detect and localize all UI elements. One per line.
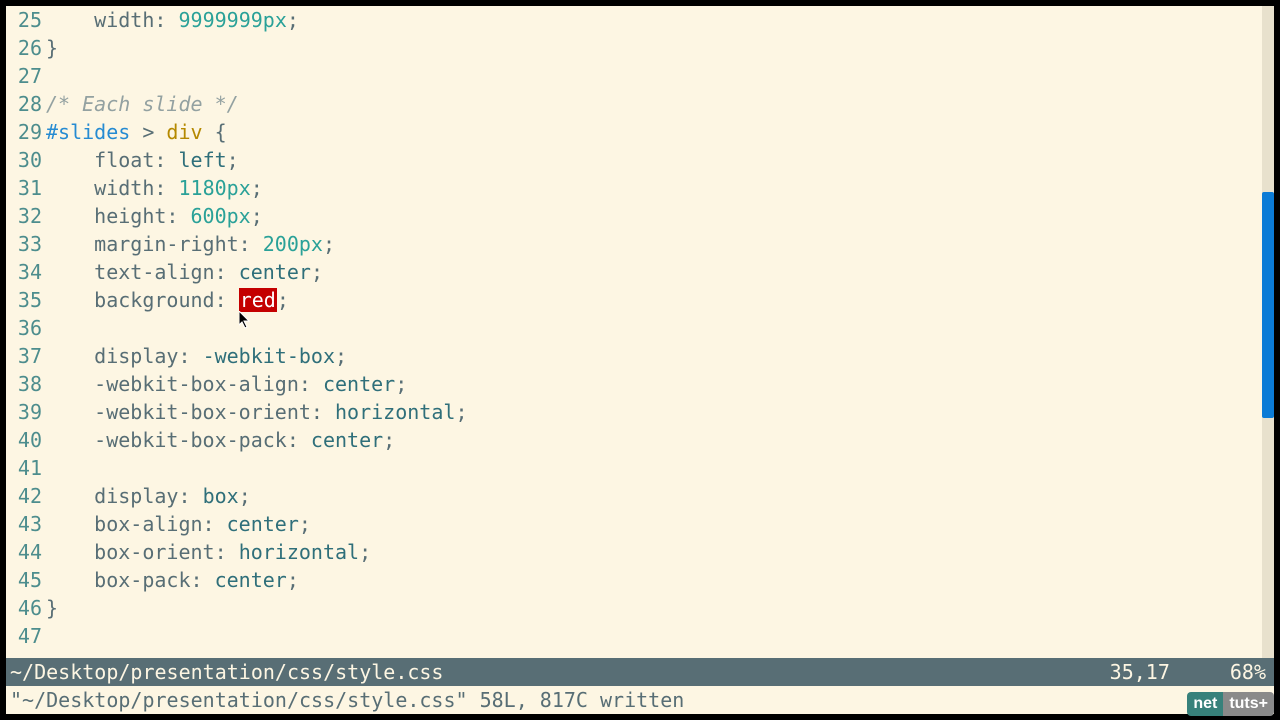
- line-number: 27: [6, 62, 46, 90]
- line-text[interactable]: [46, 314, 1274, 342]
- code-line[interactable]: 41: [6, 454, 1274, 482]
- line-text[interactable]: /* Each slide */: [46, 90, 1274, 118]
- line-number: 41: [6, 454, 46, 482]
- line-text[interactable]: #slides > div {: [46, 118, 1274, 146]
- line-number: 38: [6, 370, 46, 398]
- code-line[interactable]: 27: [6, 62, 1274, 90]
- line-number: 26: [6, 34, 46, 62]
- line-text[interactable]: }: [46, 594, 1274, 622]
- watermark-net: net: [1187, 692, 1223, 716]
- line-number: 47: [6, 622, 46, 650]
- status-bar: ~/Desktop/presentation/css/style.css 35,…: [6, 658, 1274, 686]
- status-position: 35,17: [1110, 658, 1170, 686]
- line-text[interactable]: width: 1180px;: [46, 174, 1274, 202]
- line-number: 37: [6, 342, 46, 370]
- scroll-thumb[interactable]: [1262, 192, 1274, 418]
- line-number: 36: [6, 314, 46, 342]
- code-line[interactable]: 37 display: -webkit-box;: [6, 342, 1274, 370]
- line-text[interactable]: box-orient: horizontal;: [46, 538, 1274, 566]
- line-text[interactable]: background: red;: [46, 286, 1274, 314]
- line-text[interactable]: box-align: center;: [46, 510, 1274, 538]
- line-number: 35: [6, 286, 46, 314]
- code-line[interactable]: 47: [6, 622, 1274, 650]
- line-number: 43: [6, 510, 46, 538]
- line-text[interactable]: display: -webkit-box;: [46, 342, 1274, 370]
- code-line[interactable]: 46}: [6, 594, 1274, 622]
- code-line[interactable]: 36: [6, 314, 1274, 342]
- line-number: 25: [6, 6, 46, 34]
- code-line[interactable]: 29#slides > div {: [6, 118, 1274, 146]
- scrollbar[interactable]: [1262, 6, 1274, 658]
- line-text[interactable]: [46, 62, 1274, 90]
- code-line[interactable]: 39 -webkit-box-orient: horizontal;: [6, 398, 1274, 426]
- line-text[interactable]: text-align: center;: [46, 258, 1274, 286]
- line-text[interactable]: }: [46, 34, 1274, 62]
- line-text[interactable]: -webkit-box-pack: center;: [46, 426, 1274, 454]
- message-text: "~/Desktop/presentation/css/style.css" 5…: [10, 686, 684, 714]
- line-text[interactable]: display: box;: [46, 482, 1274, 510]
- code-line[interactable]: 25 width: 9999999px;: [6, 6, 1274, 34]
- line-number: 31: [6, 174, 46, 202]
- line-number: 33: [6, 230, 46, 258]
- status-percent: 68%: [1230, 658, 1266, 686]
- watermark-tuts: tuts+: [1223, 692, 1274, 716]
- line-text[interactable]: height: 600px;: [46, 202, 1274, 230]
- line-number: 44: [6, 538, 46, 566]
- code-line[interactable]: 35 background: red;: [6, 286, 1274, 314]
- line-number: 40: [6, 426, 46, 454]
- line-number: 32: [6, 202, 46, 230]
- line-text[interactable]: [46, 454, 1274, 482]
- code-line[interactable]: 30 float: left;: [6, 146, 1274, 174]
- line-text[interactable]: float: left;: [46, 146, 1274, 174]
- line-number: 42: [6, 482, 46, 510]
- line-text[interactable]: width: 9999999px;: [46, 6, 1274, 34]
- code-line[interactable]: 26}: [6, 34, 1274, 62]
- line-number: 29: [6, 118, 46, 146]
- line-text[interactable]: [46, 622, 1274, 650]
- line-text[interactable]: -webkit-box-align: center;: [46, 370, 1274, 398]
- code-line[interactable]: 34 text-align: center;: [6, 258, 1274, 286]
- watermark: net tuts+: [1187, 692, 1274, 716]
- line-text[interactable]: -webkit-box-orient: horizontal;: [46, 398, 1274, 426]
- code-line[interactable]: 42 display: box;: [6, 482, 1274, 510]
- line-number: 39: [6, 398, 46, 426]
- code-line[interactable]: 28/* Each slide */: [6, 90, 1274, 118]
- line-number: 46: [6, 594, 46, 622]
- code-area[interactable]: 25 width: 9999999px;26}2728/* Each slide…: [6, 6, 1274, 658]
- status-path: ~/Desktop/presentation/css/style.css: [10, 658, 443, 686]
- code-line[interactable]: 38 -webkit-box-align: center;: [6, 370, 1274, 398]
- code-line[interactable]: 43 box-align: center;: [6, 510, 1274, 538]
- code-line[interactable]: 44 box-orient: horizontal;: [6, 538, 1274, 566]
- code-line[interactable]: 31 width: 1180px;: [6, 174, 1274, 202]
- code-line[interactable]: 40 -webkit-box-pack: center;: [6, 426, 1274, 454]
- code-line[interactable]: 32 height: 600px;: [6, 202, 1274, 230]
- editor-window: 25 width: 9999999px;26}2728/* Each slide…: [6, 6, 1274, 714]
- line-text[interactable]: margin-right: 200px;: [46, 230, 1274, 258]
- line-text[interactable]: box-pack: center;: [46, 566, 1274, 594]
- code-line[interactable]: 33 margin-right: 200px;: [6, 230, 1274, 258]
- code-line[interactable]: 45 box-pack: center;: [6, 566, 1274, 594]
- line-number: 28: [6, 90, 46, 118]
- line-number: 34: [6, 258, 46, 286]
- message-bar: "~/Desktop/presentation/css/style.css" 5…: [6, 686, 1274, 714]
- line-number: 30: [6, 146, 46, 174]
- line-number: 45: [6, 566, 46, 594]
